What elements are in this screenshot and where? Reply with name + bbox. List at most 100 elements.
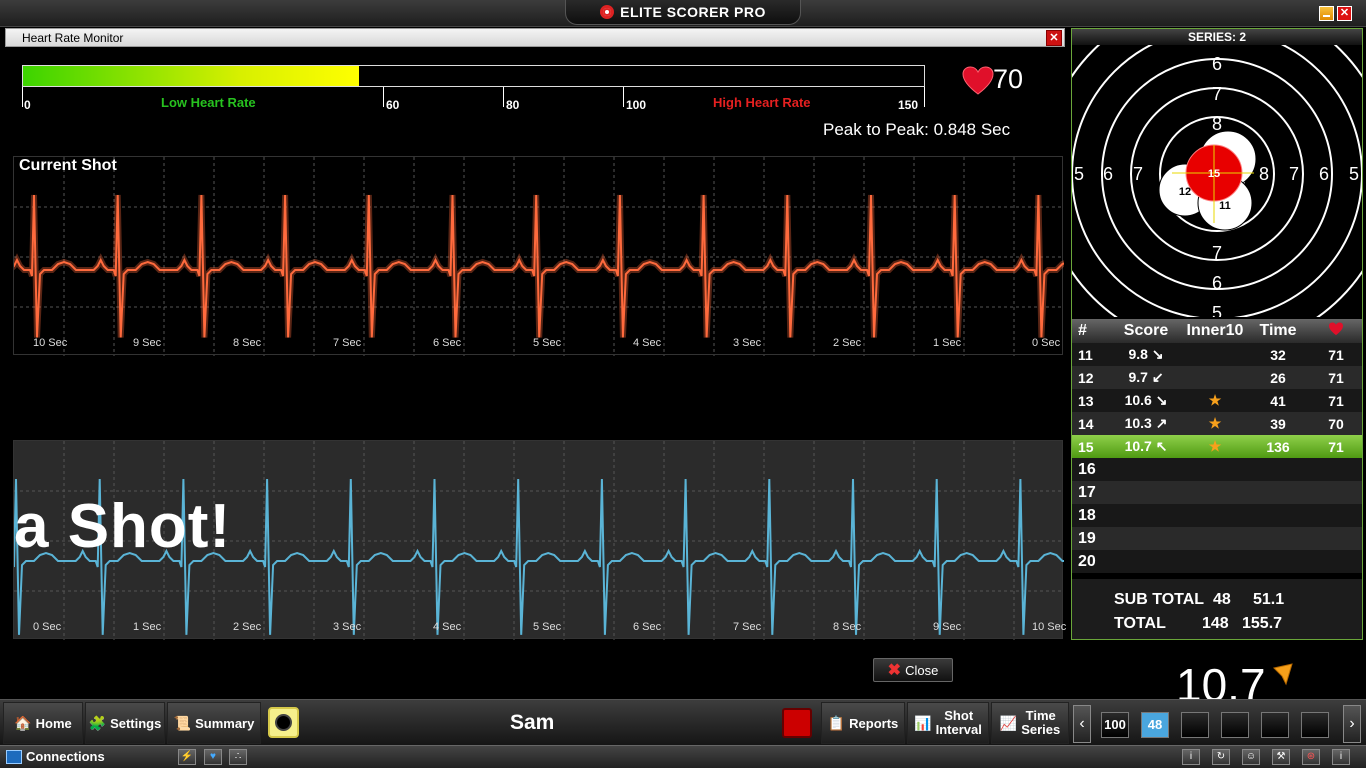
col-time: Time bbox=[1259, 322, 1297, 339]
plug-icon[interactable]: ⚡ bbox=[178, 749, 196, 765]
score-table-header: # Score Inner10 Time bbox=[1072, 319, 1362, 343]
page-button[interactable] bbox=[1261, 712, 1289, 738]
user-icon[interactable]: ☺ bbox=[1242, 749, 1260, 765]
time-axis-label: 3 Sec bbox=[333, 621, 362, 633]
ring-label: 7 bbox=[1133, 164, 1143, 184]
bar-tick-label: 0 bbox=[24, 98, 31, 112]
bar-tick bbox=[383, 87, 384, 107]
ring-label: 5 bbox=[1349, 164, 1359, 184]
page-button[interactable] bbox=[1301, 712, 1329, 738]
page-button-active[interactable]: 48 bbox=[1141, 712, 1169, 738]
current-shot-ecg-trace bbox=[14, 157, 1064, 356]
ring-label: 6 bbox=[1212, 54, 1222, 74]
ring-label: 7 bbox=[1289, 164, 1299, 184]
live-ecg-panel: 0 Sec 1 Sec 2 Sec 3 Sec 4 Sec 5 Sec 6 Sec 7 Sec… bbox=[13, 440, 1067, 640]
footprint-icon[interactable]: ∴ bbox=[229, 749, 247, 765]
empty-score-row[interactable]: 19 bbox=[1072, 527, 1362, 550]
about-icon[interactable]: i bbox=[1332, 749, 1350, 765]
time-axis-label: 2 Sec bbox=[233, 621, 262, 633]
bar-tick bbox=[22, 87, 23, 107]
page-button[interactable]: 100 bbox=[1101, 712, 1129, 738]
close-button[interactable]: ✖ Close bbox=[873, 658, 953, 682]
reports-icon: 📋 bbox=[827, 714, 846, 731]
heart-rate-value: 70 bbox=[993, 64, 1024, 94]
bar-tick-label: 60 bbox=[386, 98, 400, 112]
bar-tick bbox=[503, 87, 504, 107]
series-label: SERIES: 2 bbox=[1072, 29, 1362, 45]
close-button-label: Close bbox=[905, 662, 939, 678]
ring-label: 8 bbox=[1259, 164, 1269, 184]
heart-sensor-icon[interactable]: ♥ bbox=[204, 749, 222, 765]
page-button[interactable] bbox=[1221, 712, 1249, 738]
help-icon[interactable]: ⊛ bbox=[1302, 749, 1320, 765]
inner10-star-icon: ★ bbox=[1208, 438, 1222, 454]
time-axis-label: 6 Sec bbox=[633, 621, 662, 633]
empty-score-row[interactable]: 17 bbox=[1072, 481, 1362, 504]
score-table: # Score Inner10 Time 11 9.8 ↘ 32 71 12 9… bbox=[1072, 319, 1362, 573]
bar-tick bbox=[924, 87, 925, 107]
stop-button[interactable] bbox=[782, 708, 812, 738]
time-axis-label: 0 Sec bbox=[1032, 337, 1061, 349]
time-axis-label: 8 Sec bbox=[833, 621, 862, 633]
home-button[interactable]: 🏠 Home bbox=[3, 702, 83, 744]
shot-interval-button[interactable]: 📊 Shot Interval bbox=[907, 702, 989, 744]
empty-score-row[interactable]: 16 bbox=[1072, 458, 1362, 481]
time-axis-label: 0 Sec bbox=[33, 621, 62, 633]
ring-label: 6 bbox=[1212, 273, 1222, 293]
chevron-right-icon: › bbox=[1349, 715, 1355, 732]
settings-icon: 🧩 bbox=[88, 714, 107, 731]
score-row[interactable]: 14 10.3 ↗ ★ 39 70 bbox=[1072, 412, 1362, 435]
wrench-icon[interactable]: ⚒ bbox=[1272, 749, 1290, 765]
subtotal-score: 51.1 bbox=[1253, 591, 1285, 608]
ring-label: 6 bbox=[1103, 164, 1113, 184]
time-axis-label: 5 Sec bbox=[533, 621, 562, 633]
ring-label: 5 bbox=[1074, 164, 1084, 184]
heart-column-icon bbox=[1310, 321, 1362, 341]
time-axis-label: 4 Sec bbox=[433, 621, 462, 633]
target-view-button[interactable] bbox=[268, 707, 299, 738]
score-row-selected[interactable]: 15 10.7 ↖ ★ 136 71 bbox=[1072, 435, 1362, 458]
connections-icon bbox=[6, 749, 22, 764]
time-axis-label: 5 Sec bbox=[533, 337, 562, 349]
time-axis-label: 1 Sec bbox=[133, 621, 162, 633]
empty-score-row[interactable]: 18 bbox=[1072, 504, 1362, 527]
window-close-button[interactable]: ✕ bbox=[1337, 6, 1352, 21]
page-prev-button[interactable]: ‹ bbox=[1073, 705, 1091, 743]
col-inner10: Inner10 bbox=[1186, 322, 1244, 339]
score-panel: SERIES: 2 6 7 8 7 6 5 5 6 7 8 7 6 5 15 1… bbox=[1071, 28, 1363, 640]
score-row[interactable]: 12 9.7 ↙ 26 71 bbox=[1072, 366, 1362, 389]
time-series-button[interactable]: 📈 Time Series bbox=[991, 702, 1069, 744]
info-icon[interactable]: i bbox=[1182, 749, 1200, 765]
bar-tick-label: 80 bbox=[506, 98, 520, 112]
ring-label: 8 bbox=[1212, 114, 1222, 134]
time-series-icon: 📈 bbox=[999, 714, 1018, 731]
score-row[interactable]: 13 10.6 ↘ ★ 41 71 bbox=[1072, 389, 1362, 412]
heart-icon bbox=[962, 66, 994, 95]
target-face[interactable]: 6 7 8 7 6 5 5 6 7 8 7 6 5 15 12 11 bbox=[1072, 45, 1362, 317]
reports-button[interactable]: 📋 Reports bbox=[821, 702, 905, 744]
connections-button[interactable]: Connections bbox=[6, 749, 105, 764]
direction-arrow-icon: ↙ bbox=[1151, 369, 1164, 385]
hrm-close-icon[interactable]: ✕ bbox=[1046, 30, 1062, 46]
minimize-button[interactable] bbox=[1319, 6, 1334, 21]
refresh-icon[interactable]: ↻ bbox=[1212, 749, 1230, 765]
heart-rate-bar-fill bbox=[23, 66, 360, 86]
current-shot-ecg-panel: Current Shot 10 Sec 9 Sec 8 Sec 7 Sec 6 Sec 5… bbox=[13, 156, 1064, 356]
total-label: TOTAL bbox=[1114, 615, 1166, 632]
direction-arrow-icon: ↘ bbox=[1151, 346, 1164, 362]
hrm-title: Heart Rate Monitor bbox=[22, 31, 124, 45]
empty-score-row[interactable]: 20 bbox=[1072, 550, 1362, 573]
score-row[interactable]: 11 9.8 ↘ 32 71 bbox=[1072, 343, 1362, 366]
direction-arrow-icon: ↖ bbox=[1155, 438, 1168, 454]
time-axis-label: 1 Sec bbox=[933, 337, 962, 349]
settings-button[interactable]: 🧩 Settings bbox=[85, 702, 165, 744]
time-axis-label: 10 Sec bbox=[1032, 621, 1067, 633]
summary-button[interactable]: 📜 Summary bbox=[167, 702, 261, 744]
high-heart-rate-label: High Heart Rate bbox=[713, 95, 811, 110]
time-axis-label: 4 Sec bbox=[633, 337, 662, 349]
close-icon: ✖ bbox=[887, 662, 902, 679]
time-axis-label: 6 Sec bbox=[433, 337, 462, 349]
page-button[interactable] bbox=[1181, 712, 1209, 738]
page-next-button[interactable]: › bbox=[1343, 705, 1361, 743]
total-score: 155.7 bbox=[1242, 615, 1283, 632]
